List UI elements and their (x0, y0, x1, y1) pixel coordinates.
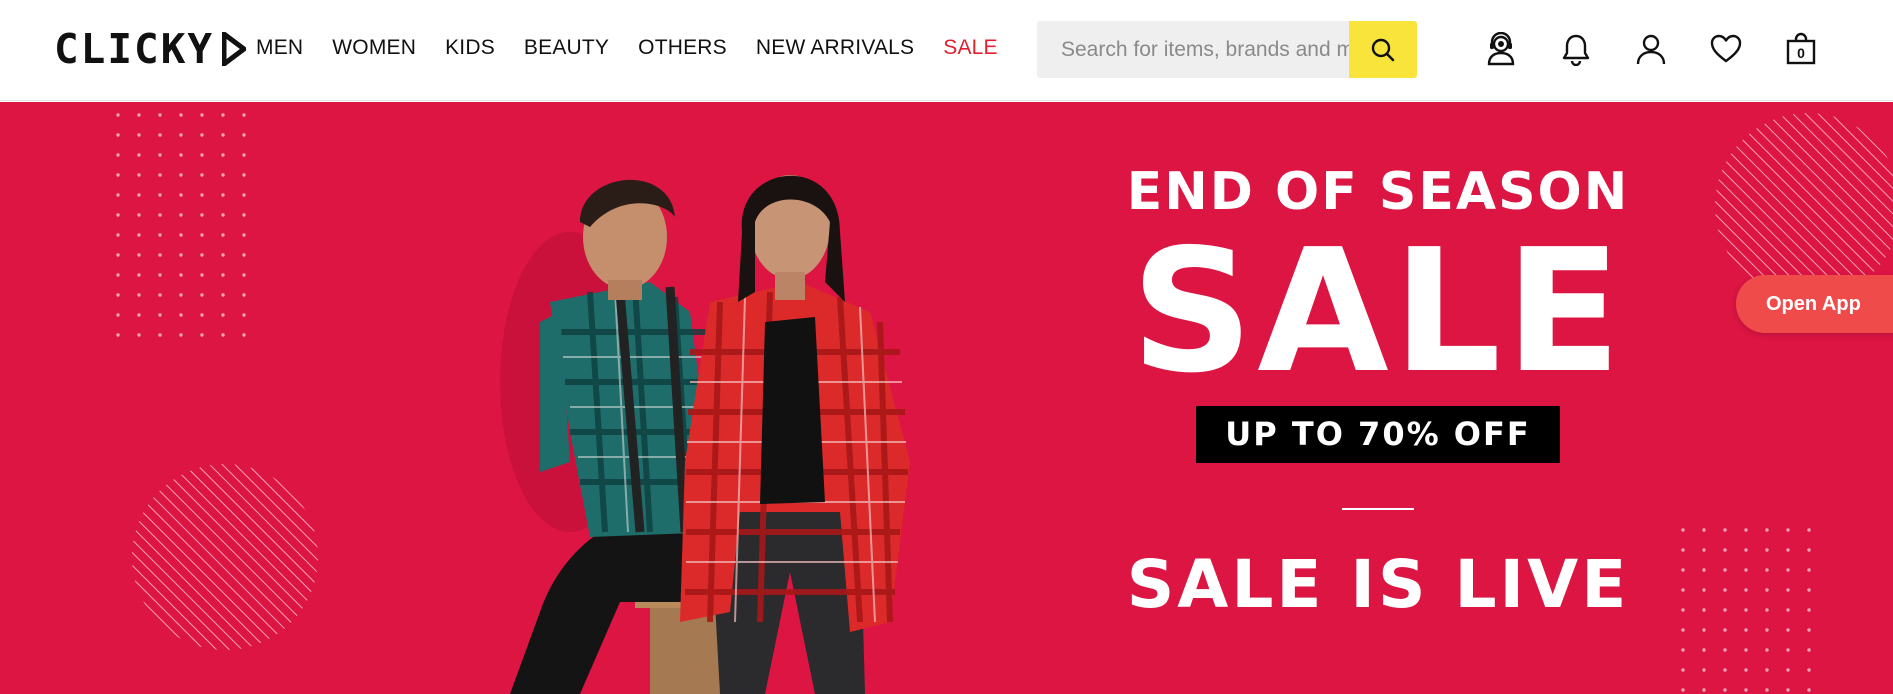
nav-item-kids[interactable]: KIDS (445, 36, 495, 60)
heart-icon (1710, 34, 1742, 63)
models-photo (500, 175, 910, 694)
open-app-button[interactable]: Open App (1736, 275, 1893, 333)
logo-arrow-icon (222, 32, 247, 66)
search-input[interactable] (1037, 21, 1350, 78)
header-icons: 0 (1482, 30, 1820, 68)
nav-item-beauty[interactable]: BEAUTY (524, 36, 609, 60)
dot-pattern-decoration (1680, 527, 1820, 694)
search-icon (1371, 38, 1395, 61)
nav-item-others[interactable]: OTHERS (638, 36, 727, 60)
brand-logo-text: CLICKY (54, 25, 215, 73)
nav-item-women[interactable]: WOMEN (332, 36, 416, 60)
bag-count-badge: 0 (1797, 45, 1805, 61)
bell-icon (1562, 34, 1590, 66)
bag-button[interactable]: 0 (1782, 30, 1820, 68)
user-icon (1636, 34, 1666, 65)
search-button[interactable] (1349, 21, 1417, 78)
hero-banner[interactable]: END OF SEASON SALE UP TO 70% OFF SALE IS… (0, 102, 1893, 694)
offer-badge: UP TO 70% OFF (1196, 406, 1560, 463)
support-agent-icon (1487, 32, 1515, 66)
search-bar (1037, 21, 1417, 78)
headline-sale-is-live: SALE IS LIVE (1126, 546, 1630, 623)
dot-pattern-decoration (115, 112, 255, 352)
nav-item-sale[interactable]: SALE (943, 36, 998, 60)
notifications-button[interactable] (1557, 30, 1595, 68)
headline-sale: SALE (1130, 213, 1626, 411)
headline-divider (1342, 508, 1414, 510)
sale-headline: END OF SEASON SALE UP TO 70% OFF SALE IS… (1058, 162, 1698, 623)
nav-item-men[interactable]: MEN (256, 36, 303, 60)
brand-logo[interactable]: CLICKY (54, 25, 247, 73)
hatched-circle-decoration (132, 464, 318, 650)
account-button[interactable] (1632, 30, 1670, 68)
main-nav: MEN WOMEN KIDS BEAUTY OTHERS NEW ARRIVAL… (256, 36, 1027, 60)
support-button[interactable] (1482, 30, 1520, 68)
site-header: CLICKY MEN WOMEN KIDS BEAUTY OTHERS NEW … (0, 0, 1893, 101)
nav-item-new-arrivals[interactable]: NEW ARRIVALS (756, 36, 914, 60)
wishlist-button[interactable] (1707, 30, 1745, 68)
hatched-circle-decoration (1715, 113, 1893, 286)
